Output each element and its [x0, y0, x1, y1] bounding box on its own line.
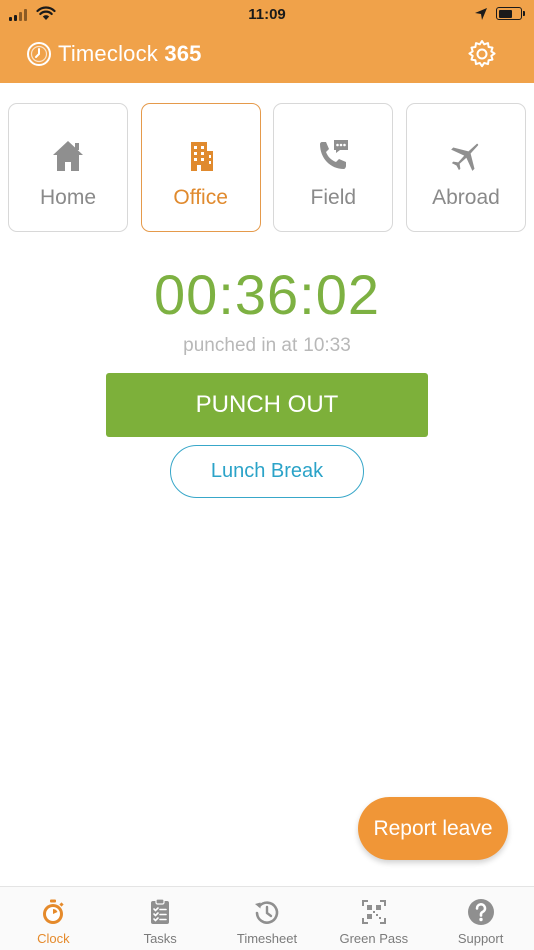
location-office-label: Office	[173, 186, 228, 209]
location-abroad-label: Abroad	[432, 186, 500, 209]
history-icon	[254, 901, 279, 924]
home-icon	[53, 141, 83, 171]
tab-green-pass[interactable]: Green Pass	[320, 887, 427, 950]
tab-clock-label: Clock	[37, 931, 70, 946]
tab-timesheet-label: Timesheet	[236, 931, 298, 946]
tab-tasks-label: Tasks	[143, 931, 177, 946]
location-field[interactable]: Field	[273, 103, 394, 232]
location-office[interactable]: Office	[140, 103, 261, 232]
tab-tasks[interactable]: Tasks	[107, 887, 214, 950]
elapsed-timer: 00:36:02	[154, 263, 380, 326]
location-abroad[interactable]: Abroad	[405, 103, 526, 232]
location-home[interactable]: Home	[8, 103, 128, 232]
bottom-tab-bar: Clock Tasks Timesheet Green Pass Support	[0, 886, 534, 950]
app-logo: Timeclock 365	[26, 40, 202, 68]
battery-icon	[496, 7, 525, 20]
brand-name: Timeclock 365	[58, 41, 202, 66]
punched-in-time: 10:33	[303, 335, 351, 356]
airplane-icon	[451, 143, 479, 171]
location-field-label: Field	[310, 186, 357, 209]
tab-support[interactable]: Support	[427, 887, 534, 950]
tab-green-pass-label: Green Pass	[339, 931, 409, 946]
lunch-break-button[interactable]: Lunch Break	[170, 445, 364, 498]
app-header: 11:09 Timeclock 365	[0, 0, 534, 83]
report-leave-button[interactable]: Report leave	[358, 797, 508, 860]
settings-gear-icon[interactable]	[466, 38, 498, 70]
location-selector: Home Office Field Abroad	[8, 103, 526, 233]
clipboard-icon	[151, 898, 170, 924]
app-screen: 11:09 Timeclock 365 Home Office Field Ab…	[0, 0, 534, 950]
status-time: 11:09	[248, 6, 286, 23]
clock-logo-icon	[27, 42, 51, 66]
tab-clock[interactable]: Clock	[0, 887, 107, 950]
help-icon	[467, 899, 494, 925]
location-arrow-icon	[475, 8, 487, 20]
building-icon	[190, 142, 213, 171]
qr-code-icon	[361, 900, 386, 924]
tab-support-label: Support	[457, 931, 504, 946]
location-home-label: Home	[39, 186, 97, 209]
phone-chat-icon	[320, 140, 349, 169]
tab-timesheet[interactable]: Timesheet	[214, 887, 321, 950]
punched-in-info: punched in at 10:33	[0, 335, 534, 357]
stopwatch-icon	[43, 899, 65, 924]
punched-in-label: punched in at	[183, 335, 298, 356]
punch-out-button[interactable]: PUNCH OUT	[106, 373, 428, 437]
